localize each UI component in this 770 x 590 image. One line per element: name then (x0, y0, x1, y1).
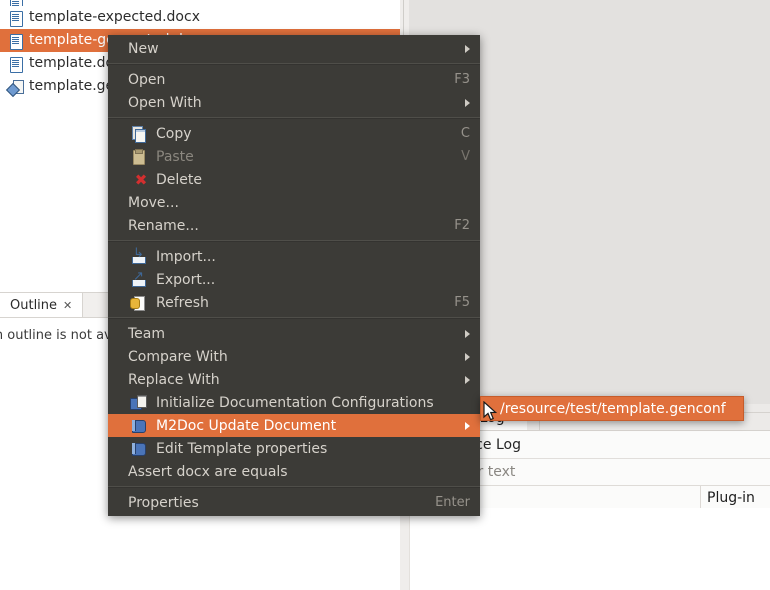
copy-icon (130, 126, 152, 142)
menu-item-label: Compare With (108, 349, 455, 365)
menu-item-open[interactable]: Open F3 (108, 68, 480, 91)
menu-item-accelerator: F3 (436, 72, 470, 87)
submenu-item-genconf-path[interactable]: /resource/test/template.genconf (481, 401, 726, 417)
menu-item-initialize-documentation-configurations[interactable]: Initialize Documentation Configurations (108, 391, 480, 414)
column-header-plugin[interactable]: Plug-in (701, 486, 770, 510)
menu-item-copy[interactable]: Copy C (108, 122, 480, 145)
menu-item-label: Replace With (108, 372, 455, 388)
eclipse-workbench: template-expected.docx template-generate… (0, 0, 770, 590)
menu-item-accelerator: F2 (436, 218, 470, 233)
genconf-file-icon (8, 79, 24, 95)
refresh-icon (130, 295, 152, 311)
menu-separator (108, 240, 480, 242)
tab-label: Outline (10, 298, 57, 313)
menu-item-label: Refresh (152, 295, 436, 311)
m2doc-update-document-submenu[interactable]: /resource/test/template.genconf (480, 396, 744, 421)
docx-file-icon (8, 33, 24, 49)
docx-file-icon (8, 10, 24, 26)
menu-item-export[interactable]: Export... (108, 268, 480, 291)
delete-icon: ✖ (130, 172, 152, 188)
book-icon (130, 441, 152, 457)
menu-item-label: M2Doc Update Document (152, 418, 455, 434)
tab-outline[interactable]: Outline ✕ (0, 293, 83, 317)
chevron-right-icon (465, 422, 470, 430)
menu-item-rename[interactable]: Rename... F2 (108, 214, 480, 237)
menu-item-label: Edit Template properties (152, 441, 470, 457)
menu-item-accelerator: F5 (436, 295, 470, 310)
menu-item-label: Import... (152, 249, 470, 265)
menu-separator (108, 63, 480, 65)
menu-item-label: Properties (108, 495, 417, 511)
tree-row[interactable]: template-expected.docx (0, 6, 400, 29)
chevron-right-icon (465, 45, 470, 53)
menu-item-move[interactable]: Move... (108, 191, 480, 214)
menu-item-label: Export... (152, 272, 470, 288)
menu-item-open-with[interactable]: Open With (108, 91, 480, 114)
menu-item-assert-docx-are-equals[interactable]: Assert docx are equals (108, 460, 480, 483)
chevron-right-icon (465, 99, 470, 107)
import-icon (130, 249, 152, 265)
menu-separator (108, 317, 480, 319)
menu-item-label: Team (108, 326, 455, 342)
menu-separator (108, 486, 480, 488)
menu-item-m2doc-update-document[interactable]: M2Doc Update Document (108, 414, 480, 437)
menu-item-refresh[interactable]: Refresh F5 (108, 291, 480, 314)
chevron-right-icon (465, 330, 470, 338)
export-icon (130, 272, 152, 288)
menu-item-label: Open (108, 72, 436, 88)
menu-item-label: Delete (152, 172, 470, 188)
menu-item-delete[interactable]: ✖ Delete (108, 168, 480, 191)
menu-item-label: Move... (108, 195, 470, 211)
menu-item-label: Open With (108, 95, 455, 111)
chevron-right-icon (465, 353, 470, 361)
menu-item-accelerator: V (443, 149, 470, 164)
menu-item-accelerator: Enter (417, 495, 470, 510)
docx-file-icon (8, 56, 24, 72)
menu-separator (108, 117, 480, 119)
menu-item-accelerator: C (443, 126, 470, 141)
menu-item-team[interactable]: Team (108, 322, 480, 345)
menu-item-paste: Paste V (108, 145, 480, 168)
menu-item-new[interactable]: New (108, 37, 480, 60)
menu-item-compare-with[interactable]: Compare With (108, 345, 480, 368)
error-log-table-body[interactable] (409, 508, 770, 590)
menu-item-replace-with[interactable]: Replace With (108, 368, 480, 391)
menu-item-label: New (108, 41, 455, 57)
menu-item-import[interactable]: Import... (108, 245, 480, 268)
close-icon[interactable]: ✕ (63, 299, 72, 312)
chevron-right-icon (465, 376, 470, 384)
file-name: template-expected.docx (29, 6, 200, 29)
book-config-icon (130, 395, 152, 411)
menu-item-label: Initialize Documentation Configurations (152, 395, 470, 411)
menu-item-label: Copy (152, 126, 443, 142)
menu-item-label: Rename... (108, 218, 436, 234)
paste-icon (130, 149, 152, 165)
context-menu[interactable]: New Open F3 Open With Copy C Paste V ✖ D… (108, 35, 480, 516)
menu-item-label: Paste (152, 149, 443, 165)
book-icon (130, 418, 152, 434)
menu-item-properties[interactable]: Properties Enter (108, 491, 480, 514)
menu-item-edit-template-properties[interactable]: Edit Template properties (108, 437, 480, 460)
menu-item-label: Assert docx are equals (108, 464, 470, 480)
